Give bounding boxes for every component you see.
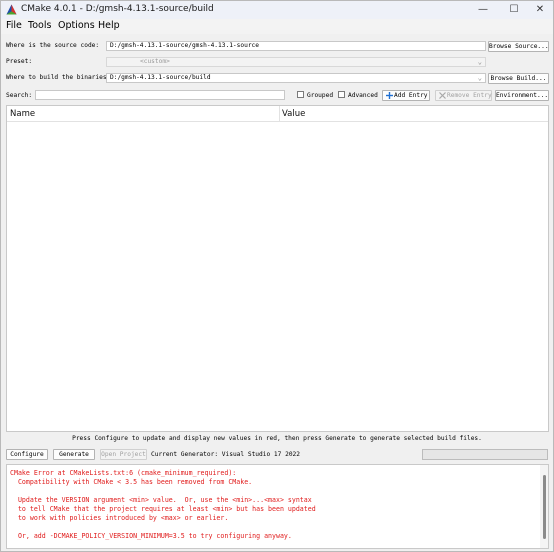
column-header-value[interactable]: Value (282, 109, 305, 119)
cmake-logo-icon (6, 4, 17, 15)
generate-button[interactable]: Generate (53, 449, 95, 460)
configure-button[interactable]: Configure (6, 449, 48, 460)
output-line: CMake Error at CMakeLists.txt:6 (cmake_m… (10, 469, 237, 477)
output-line: to tell CMake that the project requires … (10, 505, 316, 513)
environment-button[interactable]: Environment... (495, 90, 549, 101)
output-log[interactable]: CMake Error at CMakeLists.txt:6 (cmake_m… (6, 464, 549, 549)
cmake-window: CMake 4.0.1 - D:/gmsh-4.13.1-source/buil… (0, 0, 554, 552)
output-line: Compatibility with CMake < 3.5 has been … (10, 478, 253, 486)
browse-build-button[interactable]: Browse Build... (488, 73, 549, 84)
search-label: Search: (6, 92, 33, 99)
plus-icon (386, 92, 393, 99)
output-line: to work with policies introduced by <max… (10, 514, 229, 522)
advanced-label: Advanced (348, 92, 378, 99)
chevron-down-icon: ⌄ (477, 58, 482, 66)
source-label: Where is the source code: (6, 42, 100, 49)
menu-bar: File Tools Options Help (1, 19, 553, 34)
maximize-icon[interactable]: ☐ (500, 1, 528, 19)
title-bar[interactable]: CMake 4.0.1 - D:/gmsh-4.13.1-source/buil… (1, 1, 553, 19)
build-path-combobox[interactable]: D:/gmsh-4.13.1-source/build ⌄ (106, 73, 486, 83)
preset-dropdown[interactable]: <custom> ⌄ (106, 57, 486, 67)
add-entry-button[interactable]: Add Entry (382, 90, 430, 101)
chevron-down-icon: ⌄ (477, 74, 482, 82)
add-entry-label: Add Entry (394, 92, 428, 99)
table-header: Name Value (7, 106, 548, 122)
browse-source-button[interactable]: Browse Source... (488, 41, 549, 52)
preset-label: Preset: (6, 58, 33, 65)
menu-help[interactable]: Help (98, 20, 120, 31)
remove-entry-button[interactable]: Remove Entry (435, 90, 492, 101)
column-header-name[interactable]: Name (10, 109, 35, 119)
source-path-field[interactable]: D:/gmsh-4.13.1-source/gmsh-4.13.1-source (106, 41, 486, 51)
grouped-checkbox[interactable] (297, 91, 304, 98)
column-divider (279, 106, 280, 121)
output-scrollbar[interactable] (540, 465, 548, 548)
menu-options[interactable]: Options (58, 20, 95, 31)
menu-file[interactable]: File (6, 20, 22, 31)
close-icon[interactable]: ✕ (526, 1, 553, 19)
grouped-label: Grouped (307, 92, 334, 99)
window-title: CMake 4.0.1 - D:/gmsh-4.13.1-source/buil… (21, 4, 214, 14)
current-generator-text: Current Generator: Visual Studio 17 2022 (151, 451, 301, 458)
remove-entry-label: Remove Entry (447, 92, 492, 99)
output-line: Update the VERSION argument <min> value.… (10, 496, 312, 504)
build-path-value: D:/gmsh-4.13.1-source/build (110, 74, 211, 81)
scrollbar-thumb[interactable] (543, 475, 546, 539)
search-input[interactable] (35, 90, 285, 100)
preset-value: <custom> (140, 58, 170, 65)
cache-table[interactable]: Name Value (6, 105, 549, 432)
open-project-button[interactable]: Open Project (100, 449, 147, 460)
output-line: Or, add -DCMAKE_POLICY_VERSION_MINIMUM=3… (10, 532, 292, 540)
build-label: Where to build the binaries: (6, 74, 111, 81)
remove-icon (439, 92, 446, 99)
hint-text: Press Configure to update and display ne… (72, 435, 482, 442)
advanced-checkbox[interactable] (338, 91, 345, 98)
minimize-icon[interactable]: — (469, 1, 497, 19)
menu-tools[interactable]: Tools (28, 20, 51, 31)
progress-bar (422, 449, 548, 460)
